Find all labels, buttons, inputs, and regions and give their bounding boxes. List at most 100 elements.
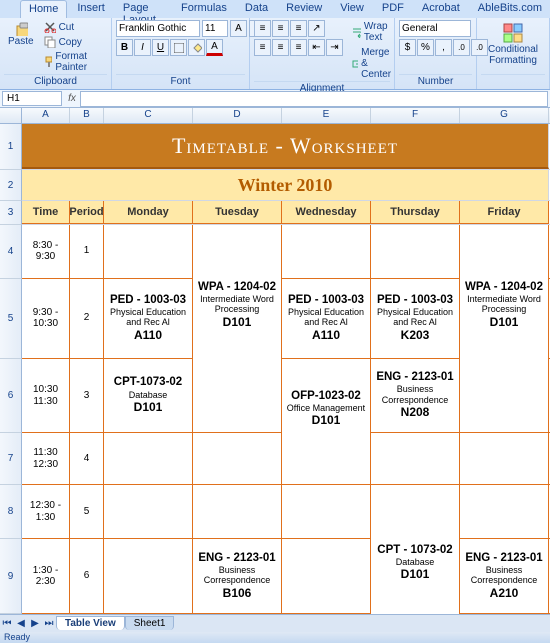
grow-font-button[interactable]: A [230,20,247,37]
col-header-E[interactable]: E [282,108,371,123]
course-cell[interactable] [104,433,193,484]
ribbon-tab-review[interactable]: Review [278,0,330,18]
period-cell: 4 [70,433,104,484]
align-right-button[interactable]: ≡ [290,39,307,56]
fx-icon[interactable]: fx [64,93,80,104]
cond-format-icon [502,22,524,44]
ribbon-tab-formulas[interactable]: Formulas [173,0,235,18]
course-cell[interactable] [371,433,460,484]
row-header-9[interactable]: 9 [0,539,22,614]
number-format-select[interactable] [399,20,471,37]
row-header-7[interactable]: 7 [0,433,22,485]
course-cell[interactable]: ENG - 2123-01Business CorrespondenceN208 [371,359,460,433]
ribbon-tab-page-layout[interactable]: Page Layout [115,0,171,18]
row-header-6[interactable]: 6 [0,359,22,434]
merge-center-button[interactable]: Merge & Center [349,46,400,81]
format-painter-button[interactable]: Format Painter [41,50,107,74]
last-sheet-button[interactable]: ⏭ [42,618,56,629]
bold-button[interactable]: B [116,39,133,56]
font-family-select[interactable] [116,20,200,37]
ribbon-tab-insert[interactable]: Insert [69,0,113,18]
course-cell[interactable]: CPT - 1073-02DatabaseD101 [371,512,460,614]
sheet-tab[interactable]: Sheet1 [125,616,175,630]
course-cell[interactable] [193,433,282,484]
border-icon [174,43,184,53]
course-cell[interactable] [460,359,549,433]
percent-button[interactable]: % [417,39,434,56]
course-cell[interactable] [371,225,460,278]
select-all-corner[interactable] [0,108,22,123]
course-cell[interactable] [460,485,549,538]
align-left-button[interactable]: ≡ [254,39,271,56]
orientation-button[interactable]: ↗ [308,20,325,37]
course-cell[interactable] [282,539,371,613]
first-sheet-button[interactable]: ⏮ [0,618,14,629]
ribbon-tab-pdf[interactable]: PDF [374,0,412,18]
row-header-8[interactable]: 8 [0,485,22,539]
align-middle-button[interactable]: ≡ [272,20,289,37]
italic-button[interactable]: I [134,39,151,56]
cells-area[interactable]: Timetable - WorksheetWinter 2010TimePeri… [22,124,550,614]
course-cell[interactable] [193,485,282,538]
course-cell[interactable] [104,225,193,278]
course-cell[interactable]: PED - 1003-03Physical Education and Rec … [371,279,460,358]
font-color-button[interactable]: A [206,39,223,56]
wrap-icon [352,26,361,38]
prev-sheet-button[interactable]: ◀ [14,618,28,629]
row-header-3[interactable]: 3 [0,201,22,224]
course-cell[interactable] [282,485,371,538]
course-cell[interactable]: PED - 1003-03Physical Education and Rec … [104,279,193,358]
font-size-select[interactable] [202,20,228,37]
sheet-tab[interactable]: Table View [56,616,125,630]
fill-color-button[interactable] [188,39,205,56]
col-header-B[interactable]: B [70,108,104,123]
align-center-button[interactable]: ≡ [272,39,289,56]
ribbon-tab-home[interactable]: Home [20,0,67,18]
group-number-label: Number [399,74,472,89]
align-bottom-button[interactable]: ≡ [290,20,307,37]
course-cell[interactable]: ENG - 2123-01Business CorrespondenceA210 [460,539,549,613]
row-header-1[interactable]: 1 [0,124,22,170]
course-cell[interactable]: OFP-1023-02Office ManagementD101 [282,359,371,460]
next-sheet-button[interactable]: ▶ [28,618,42,629]
currency-button[interactable]: $ [399,39,416,56]
inc-decimal-button[interactable]: .0 [453,39,470,56]
ribbon-tab-ablebits-com[interactable]: AbleBits.com [470,0,550,18]
course-cell[interactable] [104,539,193,613]
row-header-5[interactable]: 5 [0,279,22,359]
ribbon-tab-view[interactable]: View [332,0,372,18]
ribbon-tab-data[interactable]: Data [237,0,276,18]
align-top-button[interactable]: ≡ [254,20,271,37]
formula-input[interactable] [80,91,548,107]
conditional-formatting-button[interactable]: Conditional Formatting [481,20,545,68]
col-header-G[interactable]: G [460,108,549,123]
col-header-A[interactable]: A [22,108,70,123]
indent-inc-button[interactable]: ⇥ [326,39,343,56]
course-cell[interactable] [460,433,549,484]
underline-button[interactable]: U [152,39,169,56]
course-cell[interactable]: WPA - 1204-02Intermediate Word Processin… [193,252,282,359]
term-cell: Winter 2010 [22,170,549,200]
row-header-4[interactable]: 4 [0,225,22,279]
course-cell[interactable] [282,225,371,278]
course-cell[interactable] [193,359,282,433]
border-button[interactable] [170,39,187,56]
wrap-text-button[interactable]: Wrap Text [349,20,400,44]
col-header-F[interactable]: F [371,108,460,123]
col-header-C[interactable]: C [104,108,193,123]
copy-button[interactable]: Copy [41,35,107,49]
col-header-D[interactable]: D [193,108,282,123]
bucket-icon [192,43,202,53]
cut-button[interactable]: Cut [41,20,107,34]
row-header-2[interactable]: 2 [0,170,22,201]
course-cell[interactable]: PED - 1003-03Physical Education and Rec … [282,279,371,358]
course-cell[interactable]: CPT-1073-02DatabaseD101 [104,359,193,433]
name-box[interactable] [2,91,62,106]
indent-dec-button[interactable]: ⇤ [308,39,325,56]
ribbon-tab-acrobat[interactable]: Acrobat [414,0,468,18]
course-cell[interactable]: ENG - 2123-01Business CorrespondenceB106 [193,539,282,613]
comma-button[interactable]: , [435,39,452,56]
course-cell[interactable]: WPA - 1204-02Intermediate Word Processin… [460,252,549,359]
course-cell[interactable] [104,485,193,538]
paste-button[interactable]: Paste [4,20,38,49]
